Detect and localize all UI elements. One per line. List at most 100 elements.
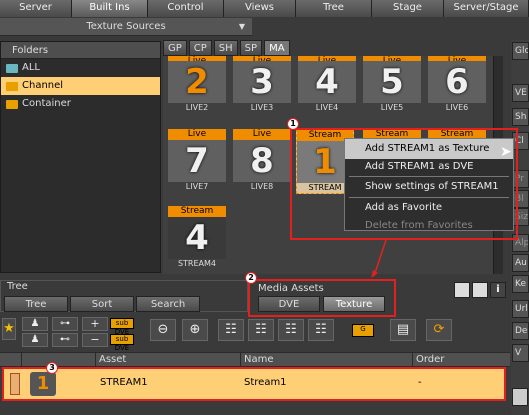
folders-panel: Folders ALL Channel Container: [0, 41, 161, 273]
remove-icon[interactable]: −: [82, 333, 108, 347]
asset-type-tabs: GP CP SH SP MA: [163, 40, 290, 56]
chevron-down-icon[interactable]: ▼: [232, 18, 252, 36]
asset-live8[interactable]: Live 8 LIVE8: [233, 129, 291, 192]
asset-thumbnail: 5: [363, 61, 421, 103]
tree-collapse-icon[interactable]: ☷: [218, 319, 244, 341]
asset-label: Live: [168, 129, 226, 140]
asset-live4[interactable]: Live 4 LIVE4: [298, 56, 356, 113]
tab-gp[interactable]: GP: [163, 40, 187, 56]
menu-add-favorite[interactable]: Add as Favorite: [345, 198, 513, 218]
dve-button[interactable]: DVE: [258, 296, 320, 312]
sub-dve-badge[interactable]: sub DVE: [110, 334, 134, 352]
user-remove-icon[interactable]: ♟: [22, 333, 48, 347]
callout-box-3: [2, 367, 506, 401]
prop-sh: Sh: [512, 108, 529, 126]
settings-icon[interactable]: [472, 282, 488, 298]
prop-url: Url: [512, 300, 529, 318]
prop-v: V: [512, 344, 529, 362]
group-icon[interactable]: G: [352, 324, 374, 337]
menu-add-as-texture[interactable]: Add STREAM1 as Texture: [345, 139, 513, 159]
mouse-cursor-icon: ➤: [500, 144, 512, 160]
asset-caption: STREAM4: [177, 259, 217, 268]
star-icon[interactable]: ★: [2, 318, 16, 340]
unlink-icon[interactable]: ⊷: [52, 333, 78, 347]
asset-thumbnail: 2: [168, 61, 226, 103]
asset-label: Stream: [168, 206, 226, 217]
folder-label: Channel: [22, 80, 64, 91]
add-icon[interactable]: +: [82, 317, 108, 331]
link-icon[interactable]: ⊶: [52, 317, 78, 331]
zoom-out-icon[interactable]: ⊖: [150, 319, 176, 341]
asset-live6[interactable]: Live 6 LIVE6: [428, 56, 486, 113]
asset-caption: LIVE6: [445, 103, 469, 112]
tree-header: Tree: [7, 281, 28, 292]
asset-stream4[interactable]: Stream 4 STREAM4: [168, 206, 226, 269]
user-add-icon[interactable]: ♟: [22, 317, 48, 331]
search-button[interactable]: Search: [136, 296, 200, 312]
prop-ve: VE: [512, 84, 529, 102]
layers-icon[interactable]: ▤: [390, 319, 416, 341]
refresh-icon[interactable]: ⟳: [426, 319, 452, 341]
info-icon[interactable]: i: [490, 282, 506, 298]
prop-tab-glo[interactable]: Glo: [512, 42, 529, 60]
asset-caption: LIVE8: [250, 182, 274, 191]
asset-live3[interactable]: Live 3 LIVE3: [233, 56, 291, 113]
folder-item-channel[interactable]: Channel: [1, 77, 160, 95]
asset-live7[interactable]: Live 7 LIVE7: [168, 129, 226, 192]
prop-de: De: [512, 322, 529, 340]
asset-label: Live: [233, 129, 291, 140]
prop-ke[interactable]: Ke: [512, 275, 529, 293]
tree-levels-icon[interactable]: ☷: [278, 319, 304, 341]
menu-delete-favorite[interactable]: Delete from Favorites: [345, 218, 513, 233]
tab-tree[interactable]: Tree: [296, 0, 372, 17]
col-asset[interactable]: Asset: [96, 353, 241, 366]
tree-nodes-icon[interactable]: ☷: [308, 319, 334, 341]
tab-built-ins[interactable]: Built Ins: [72, 0, 148, 17]
zoom-in-icon[interactable]: ⊕: [182, 319, 208, 341]
folder-label: Container: [22, 98, 71, 109]
tab-sp[interactable]: SP: [239, 40, 263, 56]
panel-title-bar: Texture Sources ▼: [0, 18, 252, 36]
asset-caption: LIVE3: [250, 103, 274, 112]
tab-server[interactable]: Server: [0, 0, 72, 17]
callout-arrow: [371, 239, 387, 278]
tab-sh[interactable]: SH: [213, 40, 238, 56]
tree-button[interactable]: Tree: [4, 296, 68, 312]
menu-add-as-dve[interactable]: Add STREAM1 as DVE: [345, 159, 513, 176]
sub-dve-badge[interactable]: sub DVE: [110, 318, 134, 336]
asset-thumbnail: 4: [298, 61, 356, 103]
folder-item-all[interactable]: ALL: [1, 59, 160, 77]
camera-icon[interactable]: [454, 282, 470, 298]
sort-button[interactable]: Sort: [70, 296, 134, 312]
texture-button[interactable]: Texture: [323, 296, 385, 312]
callout-badge-3: 3: [46, 362, 58, 374]
asset-caption: LIVE7: [185, 182, 209, 191]
tab-stage[interactable]: Stage: [372, 0, 444, 17]
asset-thumbnail: 6: [428, 61, 486, 103]
context-menu: Add STREAM1 as Texture Add STREAM1 as DV…: [344, 138, 514, 231]
tab-server-stage[interactable]: Server/Stage: [444, 0, 529, 17]
tab-ma[interactable]: MA: [264, 40, 290, 56]
prop-au[interactable]: Au: [512, 254, 529, 272]
col-expand: [0, 353, 22, 366]
folder-label: ALL: [22, 62, 40, 73]
tree-expand-icon[interactable]: ☷: [248, 319, 274, 341]
folders-header: Folders: [1, 42, 160, 59]
menu-show-settings[interactable]: Show settings of STREAM1: [345, 177, 513, 197]
asset-thumbnail: 4: [168, 217, 226, 259]
asset-caption: LIVE4: [315, 103, 339, 112]
col-order[interactable]: Order: [413, 353, 509, 366]
col-name[interactable]: Name: [241, 353, 413, 366]
folder-item-container[interactable]: Container: [1, 95, 160, 113]
asset-caption: LIVE5: [380, 103, 404, 112]
tab-views[interactable]: Views: [224, 0, 296, 17]
callout-badge-2: 2: [245, 272, 257, 284]
asset-caption: LIVE2: [185, 103, 209, 112]
asset-live2[interactable]: Live 2 LIVE2: [168, 56, 226, 113]
top-tab-bar: Server Built Ins Control Views Tree Stag…: [0, 0, 529, 17]
tab-cp[interactable]: CP: [188, 40, 212, 56]
tab-control[interactable]: Control: [148, 0, 224, 17]
asset-live5[interactable]: Live 5 LIVE5: [363, 56, 421, 113]
trash-icon[interactable]: [512, 388, 528, 406]
folder-icon: [6, 81, 18, 91]
